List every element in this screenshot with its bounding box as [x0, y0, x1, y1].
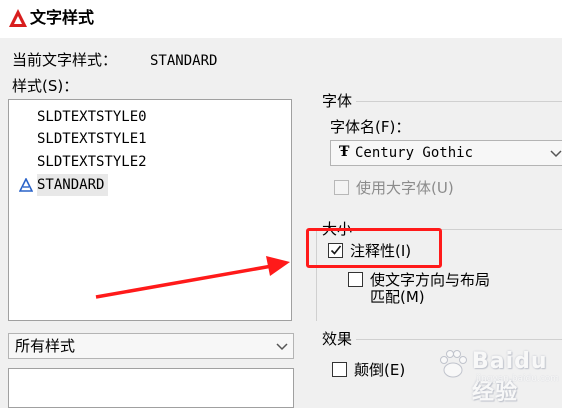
baidu-watermark: Baidu 经验 jingyan.baidu.com [432, 343, 560, 405]
list-item[interactable]: STANDARD [37, 174, 109, 196]
paw-icon [440, 350, 467, 378]
title-bar: 文字样式 [0, 0, 562, 38]
autocad-icon [9, 9, 27, 27]
upside-down-label: 颠倒(E) [354, 361, 406, 379]
upside-down-checkbox[interactable] [332, 362, 347, 377]
styles-list[interactable]: SLDTEXTSTYLE0 SLDTEXTSTYLE1 SLDTEXTSTYLE… [8, 99, 292, 321]
annotation-highlight-box [306, 228, 442, 268]
preview-box [8, 368, 294, 408]
current-style-value: STANDARD [150, 53, 218, 69]
style-filter-value: 所有样式 [15, 337, 76, 355]
font-group-title: 字体 [322, 92, 353, 110]
font-name-label: 字体名(F)： [330, 118, 411, 136]
window-title: 文字样式 [30, 8, 95, 27]
styles-label: 样式(S)： [12, 77, 79, 95]
chevron-down-icon [276, 343, 288, 351]
style-filter-dropdown[interactable]: 所有样式 [8, 333, 294, 359]
big-font-checkbox[interactable] [334, 180, 349, 195]
font-name-dropdown[interactable]: Ŧ Century Gothic [330, 140, 562, 166]
truetype-icon: Ŧ [339, 144, 350, 160]
list-item[interactable]: SLDTEXTSTYLE2 [37, 151, 151, 173]
group-divider [356, 101, 562, 102]
list-item[interactable]: SLDTEXTSTYLE0 [37, 106, 151, 128]
match-orientation-checkbox[interactable] [348, 272, 363, 287]
watermark-subtext: jingyan.baidu.com [476, 374, 560, 384]
list-item[interactable]: SLDTEXTSTYLE1 [37, 128, 151, 150]
group-divider [356, 339, 562, 340]
match-orientation-label-line2: 匹配(M) [370, 288, 425, 306]
font-name-value: Century Gothic [355, 145, 474, 161]
annotative-style-icon [19, 178, 33, 192]
chevron-down-icon [550, 150, 562, 158]
big-font-label: 使用大字体(U) [356, 179, 454, 197]
current-style-label: 当前文字样式： [12, 51, 118, 69]
effects-group-title: 效果 [322, 330, 353, 348]
